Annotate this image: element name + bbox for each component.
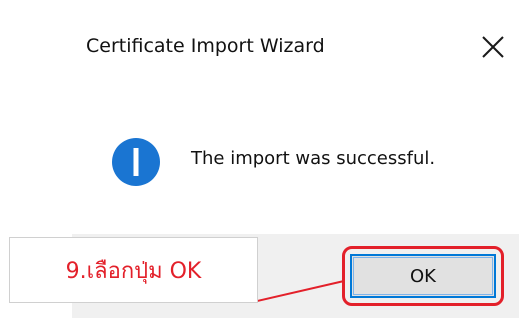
dialog-title: Certificate Import Wizard <box>86 35 325 57</box>
dialog-title-bar: Certificate Import Wizard <box>0 0 519 100</box>
callout-text: 9.เลือกปุ่ม OK <box>65 258 202 284</box>
info-icon <box>111 137 161 187</box>
ok-button-label: OK <box>410 265 436 287</box>
dialog-content: The import was successful. <box>0 100 519 232</box>
success-message: The import was successful. <box>191 148 436 169</box>
instruction-callout: 9.เลือกปุ่ม OK <box>9 237 258 303</box>
ok-button[interactable]: OK <box>350 254 496 298</box>
close-icon[interactable] <box>476 30 510 64</box>
